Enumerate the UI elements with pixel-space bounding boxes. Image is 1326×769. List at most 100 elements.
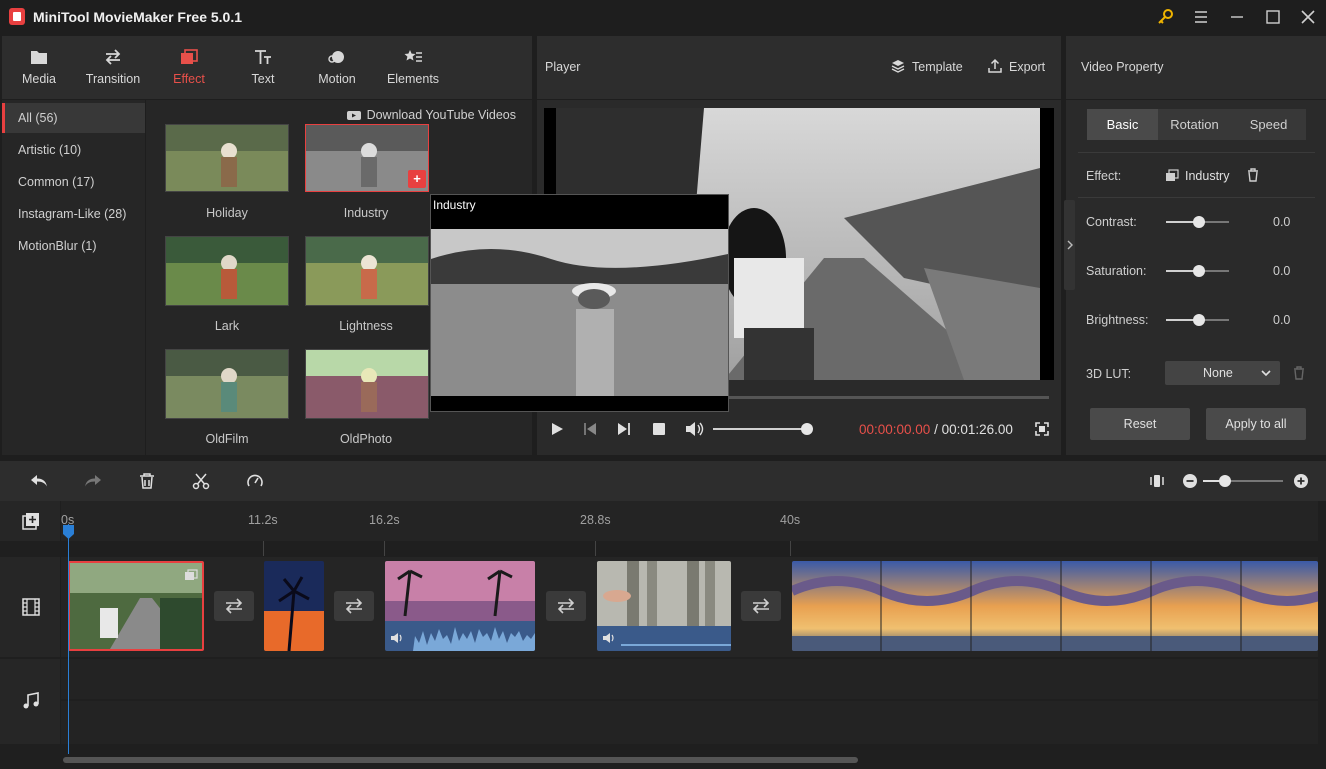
effect-label-industry: Industry	[343, 206, 389, 220]
delete-effect-icon[interactable]	[1246, 168, 1260, 182]
saturation-slider-knob[interactable]	[1193, 265, 1205, 277]
motion-icon	[327, 48, 347, 66]
minimize-icon[interactable]	[1226, 6, 1248, 28]
tab-speed[interactable]: Speed	[1231, 109, 1306, 140]
collapse-handle[interactable]	[1064, 200, 1075, 290]
transition-slot[interactable]	[334, 591, 374, 621]
audio-track	[61, 659, 1318, 699]
tab-basic[interactable]: Basic	[1087, 109, 1158, 140]
apply-to-all-button[interactable]: Apply to all	[1206, 408, 1306, 440]
stop-icon[interactable]	[651, 421, 667, 437]
video-clip-beach-palms[interactable]	[385, 561, 535, 651]
zoom-in-icon[interactable]	[1293, 473, 1309, 489]
volume-slider[interactable]	[713, 428, 805, 430]
category-item-instagram-like[interactable]: Instagram-Like (28)	[2, 199, 145, 229]
add-track-icon[interactable]	[22, 512, 40, 530]
tab-effect[interactable]: Effect	[154, 36, 224, 99]
ruler-tick-label: 28.8s	[580, 513, 611, 527]
time-separator: /	[930, 422, 942, 437]
fullscreen-icon[interactable]	[1034, 421, 1050, 437]
timeline-scrollbar-thumb[interactable]	[63, 757, 858, 763]
template-button[interactable]: Template	[890, 58, 963, 74]
effect-label-lightness: Lightness	[339, 319, 393, 333]
transition-slot[interactable]	[214, 591, 254, 621]
category-item-common[interactable]: Common (17)	[2, 167, 145, 197]
tab-motion[interactable]: Motion	[302, 36, 372, 99]
delete-icon[interactable]	[138, 472, 156, 490]
tab-media-label: Media	[21, 72, 57, 86]
player-header: Player Template Export	[537, 36, 1061, 99]
video-clip-sunset-sky[interactable]	[792, 561, 1318, 651]
music-note-icon	[22, 692, 40, 710]
previous-frame-icon[interactable]	[582, 421, 598, 437]
transition-arrows-icon	[103, 48, 123, 66]
split-scissors-icon[interactable]	[192, 472, 210, 490]
next-frame-icon[interactable]	[616, 421, 632, 437]
tab-elements[interactable]: Elements	[378, 36, 448, 99]
contrast-value: 0.0	[1273, 215, 1291, 229]
fit-timeline-icon[interactable]	[1148, 472, 1166, 490]
playhead-handle[interactable]	[62, 524, 75, 540]
effect-thumb-industry[interactable]: +	[305, 124, 429, 192]
close-icon[interactable]	[1297, 6, 1319, 28]
film-strip-icon	[22, 598, 40, 616]
transition-slot[interactable]	[741, 591, 781, 621]
speed-gauge-icon[interactable]	[246, 472, 264, 490]
tab-media[interactable]: Media	[4, 36, 74, 99]
divider	[1078, 152, 1315, 153]
export-button[interactable]: Export	[987, 58, 1045, 74]
lut-label: 3D LUT:	[1086, 367, 1132, 381]
ruler-marker	[263, 541, 264, 556]
volume-icon[interactable]	[684, 420, 704, 438]
category-list: All (56) Artistic (10) Common (17) Insta…	[2, 100, 145, 455]
lut-select[interactable]: None	[1165, 361, 1280, 385]
clip-effect-icon	[184, 569, 198, 581]
effect-thumb-lark[interactable]	[165, 236, 289, 306]
zoom-out-icon[interactable]	[1182, 473, 1198, 489]
effect-thumb-oldfilm[interactable]	[165, 349, 289, 419]
download-youtube-link[interactable]: Download YouTube Videos	[346, 108, 516, 122]
brightness-value: 0.0	[1273, 313, 1291, 327]
video-clip-road[interactable]	[68, 561, 204, 651]
chevron-down-icon	[1260, 367, 1272, 379]
tab-text[interactable]: Text	[228, 36, 298, 99]
maximize-icon[interactable]	[1262, 6, 1284, 28]
category-item-motionblur[interactable]: MotionBlur (1)	[2, 231, 145, 261]
clip-audio-icon	[390, 632, 404, 644]
tab-effect-label: Effect	[173, 72, 205, 86]
video-clip-wooden-fence[interactable]	[597, 561, 731, 651]
download-youtube-label: Download YouTube Videos	[366, 108, 516, 122]
tab-transition-label: Transition	[85, 72, 141, 86]
redo-icon[interactable]	[83, 472, 103, 490]
undo-icon[interactable]	[29, 472, 49, 490]
category-item-all[interactable]: All (56)	[2, 103, 145, 133]
play-icon[interactable]	[549, 421, 565, 437]
effect-thumb-holiday[interactable]	[165, 124, 289, 192]
add-effect-icon[interactable]: +	[408, 170, 426, 188]
timeline-scrollbar[interactable]	[61, 754, 1318, 766]
contrast-label: Contrast:	[1086, 215, 1137, 229]
video-clip-palm-sunset[interactable]	[264, 561, 324, 651]
tab-motion-label: Motion	[318, 72, 356, 86]
elements-icon	[403, 48, 423, 66]
contrast-slider-knob[interactable]	[1193, 216, 1205, 228]
category-item-artistic[interactable]: Artistic (10)	[2, 135, 145, 165]
tab-transition[interactable]: Transition	[78, 36, 148, 99]
key-icon[interactable]	[1154, 6, 1176, 28]
ruler-tick-label: 11.2s	[248, 513, 278, 527]
brightness-label: Brightness:	[1086, 313, 1149, 327]
delete-lut-icon[interactable]	[1292, 366, 1306, 380]
reset-button[interactable]: Reset	[1090, 408, 1190, 440]
playhead[interactable]	[68, 524, 69, 756]
zoom-slider-knob[interactable]	[1219, 475, 1231, 487]
volume-slider-knob[interactable]	[801, 423, 813, 435]
ruler-marker	[790, 541, 791, 556]
effect-thumb-lightness[interactable]	[305, 236, 429, 306]
menu-icon[interactable]	[1190, 6, 1212, 28]
brightness-slider-knob[interactable]	[1193, 314, 1205, 326]
effect-label-oldphoto: OldPhoto	[339, 432, 393, 446]
youtube-download-icon	[346, 110, 361, 121]
tab-rotation[interactable]: Rotation	[1158, 109, 1231, 140]
effect-thumb-oldphoto[interactable]	[305, 349, 429, 419]
transition-slot[interactable]	[546, 591, 586, 621]
